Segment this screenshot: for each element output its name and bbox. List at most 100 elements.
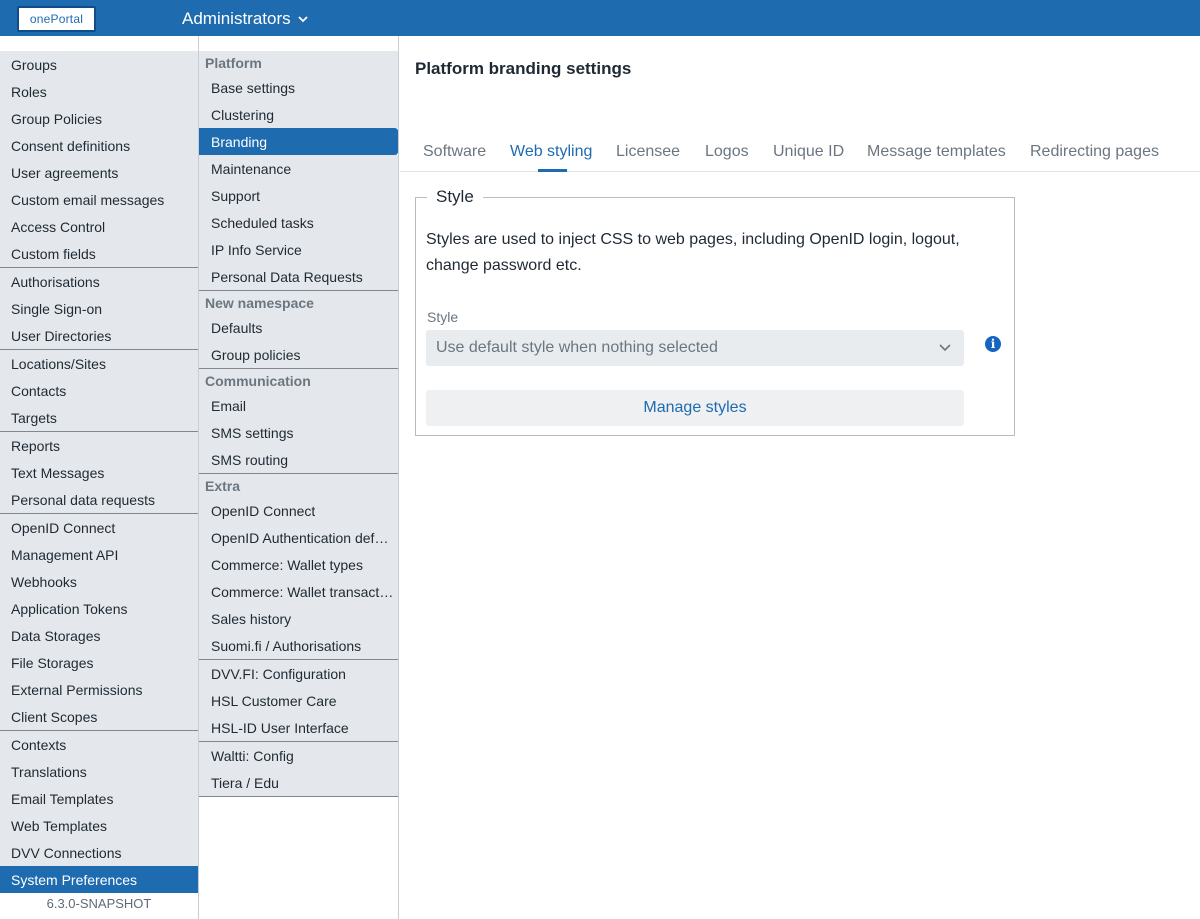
settings-item-dvv-fi-configuration[interactable]: DVV.FI: Configuration <box>199 660 398 687</box>
nav-item-external-permissions[interactable]: External Permissions <box>0 676 198 703</box>
settings-item-label: Sales history <box>211 610 292 627</box>
tab-software[interactable]: Software <box>423 143 486 161</box>
nav-item-reports[interactable]: Reports <box>0 432 198 459</box>
nav-item-email-templates[interactable]: Email Templates <box>0 785 198 812</box>
settings-item-commerce-wallet-types[interactable]: Commerce: Wallet types <box>199 551 398 578</box>
primary-nav-list: Groups Roles Group Policies Consent definit… <box>0 51 198 893</box>
settings-item-label: Maintenance <box>211 160 292 177</box>
nav-item-webhooks[interactable]: Webhooks <box>0 568 198 595</box>
settings-item-sales-history[interactable]: Sales history <box>199 605 398 632</box>
settings-item-label: Base settings <box>211 79 296 96</box>
nav-item-access-control[interactable]: Access Control <box>0 213 198 240</box>
style-fieldset: Style Styles are used to inject CSS to w… <box>415 187 1015 436</box>
settings-item-hsl-id-user-interface[interactable]: HSL-ID User Interface <box>199 714 398 741</box>
nav-item-file-storages[interactable]: File Storages <box>0 649 198 676</box>
nav-item-consent-definitions[interactable]: Consent definitions <box>0 132 198 159</box>
settings-item-maintenance[interactable]: Maintenance <box>199 155 398 182</box>
nav-item-custom-email-messages[interactable]: Custom email messages <box>0 186 198 213</box>
nav-item-locations-sites[interactable]: Locations/Sites <box>0 350 198 377</box>
settings-item-personal-data-requests[interactable]: Personal Data Requests <box>199 263 398 290</box>
settings-item-tiera-edu[interactable]: Tiera / Edu <box>199 769 398 796</box>
settings-item-label: OpenID Connect <box>211 502 316 519</box>
nav-item-single-sign-on[interactable]: Single Sign-on <box>0 295 198 322</box>
tab-logos[interactable]: Logos <box>705 143 749 161</box>
nav-item-contexts[interactable]: Contexts <box>0 731 198 758</box>
nav-item-management-api[interactable]: Management API <box>0 541 198 568</box>
settings-item-support[interactable]: Support <box>199 182 398 209</box>
settings-item-sms-routing[interactable]: SMS routing <box>199 446 398 473</box>
nav-item-targets[interactable]: Targets <box>0 404 198 431</box>
nav-item-custom-fields[interactable]: Custom fields <box>0 240 198 267</box>
settings-item-sms-settings[interactable]: SMS settings <box>199 419 398 446</box>
settings-item-group-policies[interactable]: Group policies <box>199 341 398 368</box>
settings-item-email[interactable]: Email <box>199 392 398 419</box>
settings-item-label: IP Info Service <box>211 241 302 258</box>
settings-item-base-settings[interactable]: Base settings <box>199 74 398 101</box>
settings-item-label: Support <box>211 187 261 204</box>
tab-message-templates[interactable]: Message templates <box>867 143 1006 161</box>
settings-item-scheduled-tasks[interactable]: Scheduled tasks <box>199 209 398 236</box>
nav-item-user-directories[interactable]: User Directories <box>0 322 198 349</box>
nav-item-client-scopes[interactable]: Client Scopes <box>0 703 198 730</box>
settings-item-label: Scheduled tasks <box>211 214 314 231</box>
settings-item-label: Personal Data Requests <box>211 268 363 285</box>
manage-styles-button[interactable]: Manage styles <box>426 390 964 426</box>
settings-item-waltti-config[interactable]: Waltti: Config <box>199 742 398 769</box>
style-select[interactable]: Use default style when nothing selected <box>426 330 964 366</box>
section-heading-new-namespace: New namespace <box>199 291 398 314</box>
settings-item-commerce-wallet-transacti[interactable]: Commerce: Wallet transacti… <box>199 578 398 605</box>
page-title: Platform branding settings <box>415 59 632 78</box>
nav-item-system-preferences[interactable]: System Preferences <box>0 866 198 893</box>
nav-item-roles[interactable]: Roles <box>0 78 198 105</box>
settings-item-suomi-fi-authorisations[interactable]: Suomi.fi / Authorisations <box>199 632 398 659</box>
nav-item-web-templates[interactable]: Web Templates <box>0 812 198 839</box>
style-description: Styles are used to inject CSS to web pag… <box>426 231 960 274</box>
info-icon[interactable]: i <box>985 336 1001 352</box>
style-field-label: Style <box>427 309 459 325</box>
section-divider <box>199 796 398 797</box>
nav-item-user-agreements[interactable]: User agreements <box>0 159 198 186</box>
version-label: 6.3.0-SNAPSHOT <box>46 896 152 911</box>
tab-redirecting-pages[interactable]: Redirecting pages <box>1030 143 1159 161</box>
logo-text: onePortal <box>29 12 84 26</box>
nav-item-personal-data-requests[interactable]: Personal data requests <box>0 486 198 513</box>
settings-item-ip-info-service[interactable]: IP Info Service <box>199 236 398 263</box>
style-legend: Style <box>436 187 474 206</box>
settings-item-defaults[interactable]: Defaults <box>199 314 398 341</box>
secondary-nav: Platform Base settings Clustering Branding M… <box>199 36 399 919</box>
section-heading-extra: Extra <box>199 474 398 497</box>
nav-item-contacts[interactable]: Contacts <box>0 377 198 404</box>
tab-licensee[interactable]: Licensee <box>616 143 680 161</box>
active-tab-indicator <box>538 169 567 172</box>
settings-item-clustering[interactable]: Clustering <box>199 101 398 128</box>
settings-item-label: Branding <box>211 133 268 150</box>
tab-web-styling[interactable]: Web styling <box>510 143 592 161</box>
nav-item-openid-connect[interactable]: OpenID Connect <box>0 514 198 541</box>
nav-item-application-tokens[interactable]: Application Tokens <box>0 595 198 622</box>
nav-item-group-policies[interactable]: Group Policies <box>0 105 198 132</box>
nav-item-text-messages[interactable]: Text Messages <box>0 459 198 486</box>
settings-item-branding[interactable]: Branding <box>199 128 398 155</box>
oneportal-logo[interactable]: onePortal <box>17 6 96 32</box>
nav-item-authorisations[interactable]: Authorisations <box>0 268 198 295</box>
settings-item-label: HSL-ID User Interface <box>211 719 349 736</box>
top-bar: onePortal Administrators <box>0 0 1200 36</box>
nav-item-data-storages[interactable]: Data Storages <box>0 622 198 649</box>
settings-item-label: Suomi.fi / Authorisations <box>211 637 362 654</box>
settings-item-label: Waltti: Config <box>211 747 294 764</box>
tab-unique-id[interactable]: Unique ID <box>773 143 844 161</box>
nav-item-groups[interactable]: Groups <box>0 51 198 78</box>
nav-item-dvv-connections[interactable]: DVV Connections <box>0 839 198 866</box>
settings-item-openid-authentication-defa[interactable]: OpenID Authentication defa… <box>199 524 398 551</box>
section-heading-platform: Platform <box>199 51 398 74</box>
context-title: Administrators <box>182 9 291 28</box>
nav-item-translations[interactable]: Translations <box>0 758 198 785</box>
settings-item-openid-connect[interactable]: OpenID Connect <box>199 497 398 524</box>
settings-item-label: Commerce: Wallet types <box>211 556 363 573</box>
info-glyph: i <box>990 337 996 351</box>
settings-item-hsl-customer-care[interactable]: HSL Customer Care <box>199 687 398 714</box>
settings-item-label: Clustering <box>211 106 275 123</box>
chevron-down-icon <box>939 344 951 352</box>
secondary-nav-list: Platform Base settings Clustering Branding M… <box>199 51 398 797</box>
context-switcher[interactable]: Administrators <box>182 9 309 29</box>
